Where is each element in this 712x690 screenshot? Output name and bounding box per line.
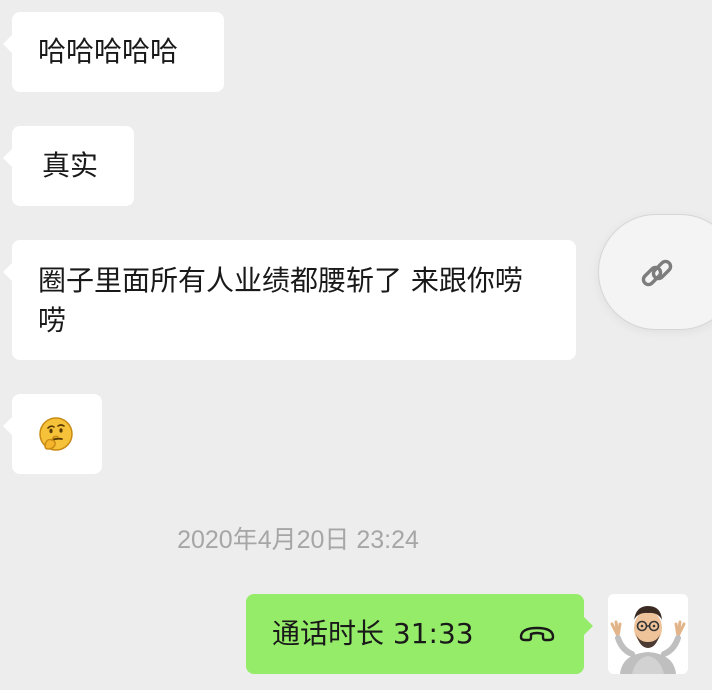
message-text: 哈哈哈哈哈 — [38, 35, 179, 68]
link-icon — [641, 259, 673, 287]
incoming-emoji-bubble[interactable] — [3, 394, 102, 474]
call-duration-label: 通话时长 31:33 — [272, 617, 474, 650]
timestamp: 2020年4月20日 23:24 — [177, 526, 419, 554]
phone-hangup-icon — [519, 626, 555, 642]
avatar[interactable] — [608, 594, 688, 674]
incoming-message-bubble[interactable]: 真实 — [3, 126, 134, 206]
message-text: 圈子里面所有人业绩都腰斩了 来跟你唠唠 — [38, 264, 523, 337]
call-duration-bubble[interactable]: 通话时长 31:33 — [246, 594, 593, 674]
link-floating-button[interactable] — [598, 214, 712, 330]
thinking-face-emoji-icon — [39, 417, 73, 451]
incoming-message-bubble[interactable]: 哈哈哈哈哈 — [3, 12, 224, 92]
incoming-message-bubble[interactable]: 圈子里面所有人业绩都腰斩了 来跟你唠唠 — [3, 240, 576, 360]
message-text: 真实 — [42, 149, 99, 182]
memoji-avatar-icon — [608, 594, 688, 674]
